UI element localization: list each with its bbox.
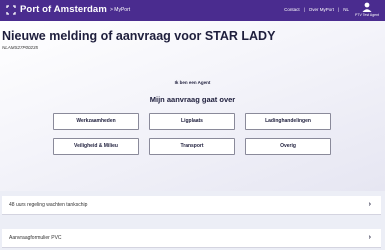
option-ladinghandelingen[interactable]: Ladinghandelingen (245, 113, 331, 130)
top-navigation-bar: Port of Amsterdam > MyPort Contact | Ove… (0, 0, 385, 21)
page-title: Nieuwe melding of aanvraag voor STAR LAD… (2, 29, 276, 43)
request-panel: Nieuwe melding of aanvraag voor STAR LAD… (0, 21, 385, 191)
card-48-uurs-regeling[interactable]: 48 uurs regeling wachten tankschip › (2, 196, 381, 215)
role-text: Ik ben een Agent (174, 80, 211, 85)
request-subject-heading: Mijn aanvraag gaat over (149, 95, 236, 104)
link-separator: | (338, 7, 340, 12)
user-name: PTV Test Agent (354, 13, 380, 17)
top-links: Contact | Over MyPort | NL (284, 7, 349, 12)
card-label: Aanvraagformulier PVC (9, 235, 62, 241)
link-separator: | (303, 7, 305, 12)
language-link[interactable]: NL (343, 7, 349, 12)
contact-link[interactable]: Contact (284, 7, 300, 12)
card-label: 48 uurs regeling wachten tankschip (9, 202, 88, 208)
option-overig[interactable]: Overig (245, 138, 331, 155)
user-icon (362, 2, 372, 12)
brand-name[interactable]: Port of Amsterdam (20, 4, 107, 15)
vessel-reference: NLAMS27P00235 (2, 45, 39, 50)
chevron-right-icon: › (368, 234, 371, 241)
chevron-right-icon: › (368, 201, 371, 208)
breadcrumb-myport[interactable]: > MyPort (110, 7, 130, 13)
port-logo-icon[interactable] (6, 5, 16, 15)
card-aanvraagformulier-pvc[interactable]: Aanvraagformulier PVC › (2, 229, 381, 248)
over-myport-link[interactable]: Over MyPort (309, 7, 334, 12)
option-transport[interactable]: Transport (149, 138, 235, 155)
option-ligplaats[interactable]: Ligplaats (149, 113, 235, 130)
option-werkzaamheden[interactable]: Werkzaamheden (53, 113, 139, 130)
option-veiligheid-milieu[interactable]: Veiligheid & Milieu (53, 138, 139, 155)
user-menu[interactable]: PTV Test Agent (352, 2, 382, 17)
